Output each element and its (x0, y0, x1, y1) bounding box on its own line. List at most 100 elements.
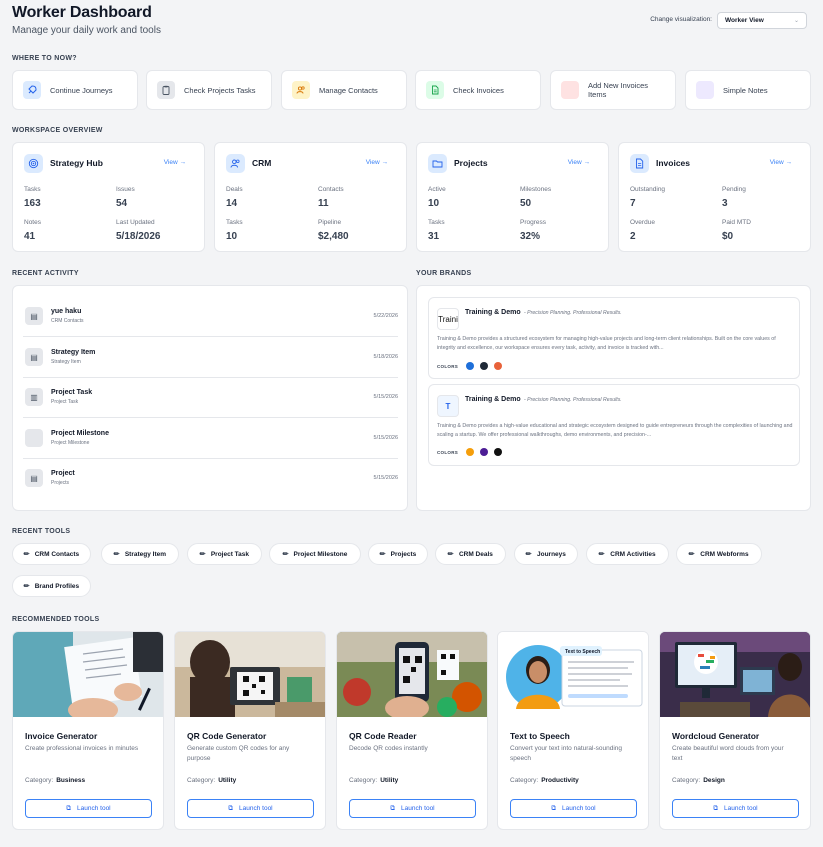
wrench-icon: ✎ (688, 549, 698, 559)
brand-card[interactable]: Traini Training & Demo - Precision Plann… (428, 297, 800, 379)
users-icon (226, 154, 245, 173)
clipboard-icon (157, 81, 175, 99)
category-value: Design (703, 777, 725, 784)
tool-description: Create beautiful word clouds from your t… (672, 745, 784, 762)
launch-label: Launch tool (724, 805, 758, 812)
activity-date: 5/22/2026 (373, 313, 398, 319)
activity-row[interactable]: ▥ Project Task Project Task 5/15/2026 (23, 377, 398, 418)
visualization-select[interactable]: Worker View ⌄ (717, 12, 807, 29)
stat-value: 54 (116, 198, 128, 209)
recent-tool-chip[interactable]: ✎ CRM Webforms (676, 543, 762, 565)
launch-tool-button[interactable]: ⧉ Launch tool (510, 799, 637, 818)
activity-date: 5/15/2026 (373, 394, 398, 400)
card-title: Invoices (656, 158, 691, 168)
wrench-icon: ✎ (22, 581, 32, 591)
category-label: Category: (25, 777, 54, 784)
activity-title: Strategy Item (51, 349, 96, 356)
tool-image-qr-generator (175, 632, 325, 717)
category-label: Category: (187, 777, 216, 784)
quick-action-label: Check Invoices (453, 85, 504, 95)
activity-row[interactable]: Project Milestone Project Milestone 5/15… (23, 418, 398, 459)
tool-image-wordcloud (660, 632, 810, 717)
quick-action-add-new-invoices-items[interactable]: Add New Invoices Items (550, 70, 676, 110)
activity-subtitle: Project Milestone (51, 440, 90, 446)
quick-action-check-projects-tasks[interactable]: Check Projects Tasks (146, 70, 272, 110)
chip-label: Project Milestone (293, 550, 348, 558)
recent-tool-chip[interactable]: ✎ CRM Deals (435, 543, 506, 565)
section-recent-tools: RECENT TOOLS (12, 528, 71, 535)
category-value: Business (56, 777, 86, 784)
quick-action-check-invoices[interactable]: Check Invoices (415, 70, 541, 110)
wrench-icon: ✎ (446, 549, 456, 559)
quick-action-label: Continue Journeys (50, 85, 113, 95)
visualization-label: Change visualization: (650, 16, 712, 23)
brand-name: Training & Demo (465, 396, 521, 403)
external-link-icon: ⧉ (390, 804, 396, 812)
recent-tool-chip[interactable]: ✎ Journeys (514, 543, 578, 565)
tool-category: Category: Utility (349, 777, 398, 784)
view-link[interactable]: View → (164, 159, 186, 166)
launch-tool-button[interactable]: ⧉ Launch tool (187, 799, 314, 818)
recent-tool-chip[interactable]: ✎ Projects (368, 543, 428, 565)
stat-value: 41 (24, 231, 36, 242)
tts-badge: Text to Speech (565, 649, 601, 655)
stat-value: 10 (428, 198, 440, 209)
stat-value: 50 (520, 198, 532, 209)
category-value: Utility (380, 777, 399, 784)
overview-card-projects: Projects View → Active 10 Milestones 50 … (416, 142, 609, 252)
stat-label: Tasks (24, 186, 41, 193)
recent-tool-chip[interactable]: ✎ Brand Profiles (12, 575, 91, 597)
recent-tool-chip[interactable]: ✎ Project Task (187, 543, 262, 565)
activity-title: Project Task (51, 389, 93, 396)
launch-tool-button[interactable]: ⧉ Launch tool (672, 799, 799, 818)
activity-row[interactable]: ▤ Project Projects 5/15/2026 (23, 458, 398, 499)
tool-category: Category: Design (672, 777, 725, 784)
brand-tagline: - Precision Planning. Professional Resul… (524, 310, 622, 316)
recent-tool-chip[interactable]: ✎ Strategy Item (101, 543, 179, 565)
activity-date: 5/18/2026 (373, 354, 398, 360)
activity-row[interactable]: ▤ yue haku CRM Contacts 5/22/2026 (23, 296, 398, 337)
recent-tool-chip[interactable]: ✎ CRM Activities (586, 543, 669, 565)
stat-value: 31 (428, 231, 440, 242)
quick-action-manage-contacts[interactable]: Manage Contacts (281, 70, 407, 110)
recent-tool-chip[interactable]: ✎ Project Milestone (269, 543, 361, 565)
brands-panel: Traini Training & Demo - Precision Plann… (416, 285, 811, 511)
brand-card[interactable]: T Training & Demo - Precision Planning. … (428, 384, 800, 466)
blank-icon (696, 81, 714, 99)
view-link[interactable]: View → (770, 159, 792, 166)
brand-color-swatch (480, 362, 488, 370)
quick-action-label: Simple Notes (723, 85, 768, 95)
stat-label: Deals (226, 186, 243, 193)
brand-logo: Traini (437, 308, 459, 330)
stat-label: Active (428, 186, 446, 193)
quick-action-continue-journeys[interactable]: Continue Journeys (12, 70, 138, 110)
category-label: Category: (349, 777, 378, 784)
view-link[interactable]: View → (568, 159, 590, 166)
stat-label: Tasks (428, 219, 445, 226)
rocket-icon (23, 81, 41, 99)
stat-value: $0 (722, 231, 734, 242)
stat-label: Overdue (630, 219, 655, 226)
recent-tool-chip[interactable]: ✎ CRM Contacts (12, 543, 91, 565)
card-title: CRM (252, 158, 272, 168)
view-link[interactable]: View → (366, 159, 388, 166)
document-icon: ▤ (25, 307, 43, 325)
quick-action-simple-notes[interactable]: Simple Notes (685, 70, 811, 110)
activity-row[interactable]: ▤ Strategy Item Strategy Item 5/18/2026 (23, 337, 398, 378)
activity-title: Project (51, 470, 75, 477)
launch-tool-button[interactable]: ⧉ Launch tool (25, 799, 152, 818)
chip-label: CRM Contacts (34, 550, 80, 558)
tool-name: QR Code Reader (349, 731, 417, 741)
activity-subtitle: Strategy Item (51, 359, 81, 365)
stat-value: 10 (226, 231, 238, 242)
overview-card-crm: CRM View → Deals 14 Contacts 11 Tasks 10… (214, 142, 407, 252)
stat-label: Pending (722, 186, 746, 193)
stat-value: 5/18/2026 (116, 231, 161, 242)
launch-tool-button[interactable]: ⧉ Launch tool (349, 799, 476, 818)
wrench-icon: ✎ (281, 549, 291, 559)
overview-card-invoices: Invoices View → Outstanding 7 Pending 3 … (618, 142, 811, 252)
tool-image-text-to-speech: Text to Speech (498, 632, 648, 717)
chip-label: Brand Profiles (34, 582, 80, 590)
document-icon: ▤ (25, 348, 43, 366)
quick-action-label: Manage Contacts (319, 85, 378, 95)
